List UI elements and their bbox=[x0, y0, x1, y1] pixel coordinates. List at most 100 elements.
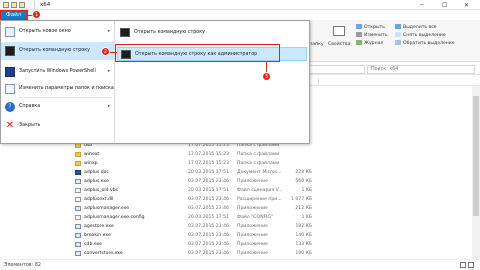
file-name: adplus.doc bbox=[84, 170, 109, 175]
file-type: Расширение при... bbox=[237, 197, 282, 202]
file-type: Приложение bbox=[237, 251, 268, 256]
select-all-icon bbox=[395, 24, 401, 29]
exe-icon bbox=[75, 179, 81, 184]
file-name: breakin.exe bbox=[84, 233, 111, 238]
file-date: 17.07.2015 15:23 bbox=[188, 161, 230, 166]
file-date: 03.07.2015 23:46 bbox=[188, 206, 230, 211]
submenu-arrow-icon: ▸ bbox=[108, 104, 111, 109]
file-date: 03.07.2015 23:46 bbox=[188, 251, 230, 256]
exe-icon bbox=[75, 233, 81, 238]
file-date: 20.03.2015 17:51 bbox=[188, 215, 230, 220]
file-type: Приложение bbox=[237, 206, 268, 211]
menu-item-close[interactable]: ✕ Закрыть bbox=[1, 117, 115, 135]
file-name: cdb.exe bbox=[84, 242, 102, 247]
file-date: 17.07.2015 15:23 bbox=[188, 152, 230, 157]
file-type: Файл "CONFIG" bbox=[237, 215, 274, 220]
file-row[interactable]: adplus.doc 20.03.2015 17:51 Документ Micro… bbox=[0, 169, 480, 177]
exe-icon bbox=[75, 251, 81, 256]
title-bar: x64 ─ ☐ ✕ bbox=[0, 0, 480, 10]
edit-button[interactable]: Изменить bbox=[356, 32, 388, 38]
file-size: 228 КБ bbox=[295, 170, 312, 175]
properties-button[interactable]: Свойства bbox=[328, 42, 350, 47]
deselect-icon bbox=[395, 32, 401, 37]
search-input[interactable]: Поиск: x64 bbox=[367, 65, 475, 74]
file-list: usb 17.07.2015 15:23 Папка с файлами winext… bbox=[0, 142, 480, 260]
scrollbar-thumb[interactable] bbox=[473, 96, 479, 216]
menu-item-new-window[interactable]: Открыть новое окно ▸ bbox=[1, 23, 115, 41]
new-folder-qat-icon[interactable] bbox=[11, 2, 17, 8]
file-row[interactable]: breakin.exe 03.07.2015 23:46 Приложение 140… bbox=[0, 232, 480, 240]
ribbon-tabs bbox=[0, 10, 480, 20]
properties-qat-icon[interactable] bbox=[3, 2, 9, 8]
word-doc-icon bbox=[75, 170, 81, 175]
file-size: 180 КБ bbox=[295, 251, 312, 256]
log-button[interactable]: Журнал bbox=[356, 40, 383, 46]
submenu-arrow-icon: ▸ bbox=[108, 69, 111, 74]
folder-icon bbox=[75, 161, 81, 166]
details-view-icon[interactable] bbox=[460, 262, 466, 268]
file-size: 1 077 КБ bbox=[290, 197, 312, 202]
file-date: 03.07.2015 23:46 bbox=[188, 242, 230, 247]
remove-selection-button[interactable]: Снять выделение bbox=[395, 32, 446, 38]
file-type: Папка с файлами bbox=[237, 152, 280, 157]
file-size: 140 КБ bbox=[295, 233, 312, 238]
file-name: agestore.exe bbox=[84, 224, 114, 229]
submenu-open-cmd[interactable]: Открыть командную строку bbox=[117, 26, 307, 40]
powershell-icon bbox=[5, 67, 15, 77]
file-size: 133 КБ bbox=[295, 242, 312, 247]
title-separator bbox=[34, 1, 35, 9]
file-type: Приложение bbox=[237, 224, 268, 229]
help-icon: ? bbox=[5, 102, 15, 112]
menu-item-open-cmd[interactable]: Открыть командную строку ▸ bbox=[1, 42, 115, 60]
window-title: x64 bbox=[40, 2, 51, 8]
vertical-scrollbar[interactable] bbox=[472, 86, 480, 259]
large-icons-view-icon[interactable] bbox=[468, 262, 474, 268]
menu-item-folder-options[interactable]: Изменить параметры папок и поиска bbox=[1, 80, 115, 98]
open-icon bbox=[356, 24, 362, 29]
file-name: winxp bbox=[84, 161, 98, 166]
file-row[interactable]: winext 17.07.2015 15:23 Папка с файлами bbox=[0, 151, 480, 159]
quick-access-toolbar bbox=[3, 2, 25, 8]
exe-icon bbox=[75, 224, 81, 229]
properties-icon[interactable] bbox=[333, 26, 345, 36]
file-row[interactable]: adplus_old.vbs 20.03.2015 17:51 Файл сцена… bbox=[0, 187, 480, 195]
file-name: adplus_old.vbs bbox=[84, 188, 119, 193]
file-name: adplusmanager.exe bbox=[84, 206, 130, 211]
minimize-icon[interactable]: ─ bbox=[420, 2, 424, 9]
file-date: 03.07.2015 23:46 bbox=[188, 233, 230, 238]
file-type: Документ Micros... bbox=[237, 170, 282, 175]
qat-dropdown-icon[interactable] bbox=[19, 2, 25, 8]
annotation-badge-2: 2 bbox=[101, 47, 110, 56]
file-date: 03.07.2015 23:46 bbox=[188, 179, 230, 184]
file-name: adplusmanager.exe.config bbox=[84, 215, 145, 220]
maximize-icon[interactable]: ☐ bbox=[442, 2, 447, 9]
file-date: 03.07.2015 23:46 bbox=[188, 224, 230, 229]
file-row[interactable]: adplus.exe 03.07.2015 23:46 Приложение 560 … bbox=[0, 178, 480, 186]
file-row[interactable]: cdb.exe 03.07.2015 23:46 Приложение 133 КБ bbox=[0, 241, 480, 249]
select-all-button[interactable]: Выделить все bbox=[395, 24, 437, 30]
window-close-icon[interactable]: ✕ bbox=[464, 2, 469, 9]
file-size: 1 KБ bbox=[301, 188, 312, 193]
status-bar: Элементов: 82 bbox=[0, 259, 480, 270]
file-row[interactable]: agestore.exe 03.07.2015 23:46 Приложение 18… bbox=[0, 223, 480, 231]
menu-item-help[interactable]: ? Справка ▸ bbox=[1, 98, 115, 116]
cmd-icon bbox=[120, 28, 130, 37]
file-row[interactable]: adplusmanager.exe.config 20.03.2015 17:51… bbox=[0, 214, 480, 222]
menu-item-powershell[interactable]: Запустить Windows PowerShell ▸ bbox=[1, 63, 115, 81]
file-name: adplusext.dll bbox=[84, 197, 114, 202]
file-name: convertstore.exe bbox=[84, 251, 123, 256]
file-icon bbox=[75, 197, 81, 202]
file-icon bbox=[75, 188, 81, 193]
open-button[interactable]: Открыть bbox=[356, 24, 385, 30]
annotation-box-admin bbox=[115, 44, 280, 62]
folder-icon bbox=[75, 152, 81, 157]
annotation-badge-3: 3 bbox=[262, 72, 271, 81]
file-row[interactable]: convertstore.exe 03.07.2015 23:46 Приложен… bbox=[0, 250, 480, 258]
file-row[interactable]: adplusmanager.exe 03.07.2015 23:46 Приложе… bbox=[0, 205, 480, 213]
file-row[interactable]: adplusext.dll 03.07.2015 23:46 Расширение … bbox=[0, 196, 480, 204]
folder-options-icon bbox=[5, 84, 15, 94]
column-divider[interactable] bbox=[318, 78, 319, 86]
new-window-icon bbox=[5, 27, 15, 37]
file-row[interactable]: winxp 17.07.2015 15:23 Папка с файлами bbox=[0, 160, 480, 168]
invert-selection-button[interactable]: Обратить выделение bbox=[395, 40, 455, 46]
